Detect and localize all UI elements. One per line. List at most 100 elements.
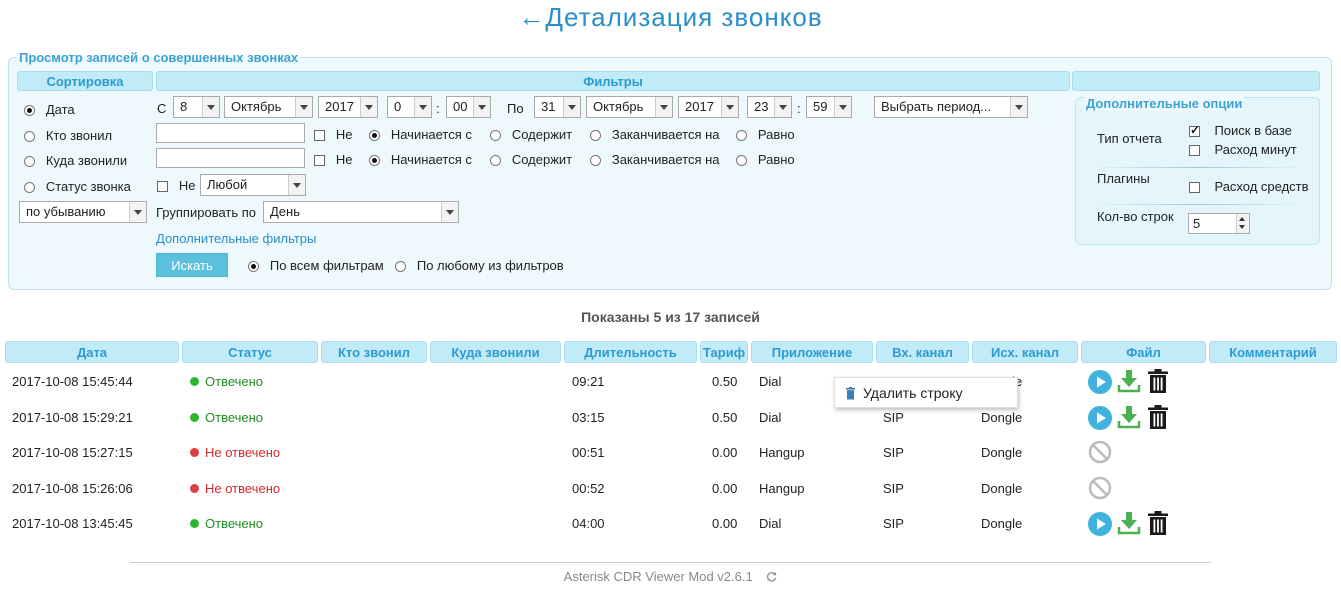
- match-label: Равно: [757, 152, 795, 167]
- callee-match-ends[interactable]: Заканчивается на: [590, 152, 720, 167]
- callee-input[interactable]: [156, 148, 305, 168]
- logic-any-filter[interactable]: По любому из фильтров: [395, 258, 564, 273]
- caller-match-starts[interactable]: Начинается с: [369, 127, 472, 142]
- from-hour-select[interactable]: 0: [387, 96, 432, 118]
- period-value: Выбрать период...: [881, 99, 992, 114]
- report-type-db[interactable]: Поиск в базе: [1189, 123, 1292, 138]
- checkbox[interactable]: [314, 130, 325, 141]
- column-header-comment[interactable]: Комментарий: [1209, 341, 1337, 363]
- caller-match-equals[interactable]: Равно: [736, 127, 795, 142]
- status-text: Отвечено: [205, 410, 264, 425]
- rows-stepper[interactable]: 5: [1188, 213, 1250, 234]
- more-filters-link[interactable]: Дополнительные фильтры: [156, 231, 316, 246]
- cell-duration: 09:21: [572, 374, 605, 389]
- checkbox[interactable]: [157, 181, 168, 192]
- status-dot-icon: [190, 519, 199, 528]
- radio-button[interactable]: [490, 155, 501, 166]
- sort-option-caller[interactable]: Кто звонил: [24, 128, 112, 143]
- callee-match-equals[interactable]: Равно: [736, 152, 795, 167]
- download-icon[interactable]: [1117, 405, 1141, 432]
- download-icon[interactable]: [1117, 369, 1141, 396]
- from-day-select[interactable]: 8: [173, 96, 220, 118]
- column-header-file[interactable]: Файл: [1081, 341, 1206, 363]
- column-header-rate[interactable]: Тариф: [700, 341, 748, 363]
- caller-not-checkbox[interactable]: Не: [314, 127, 352, 142]
- radio-button[interactable]: [490, 130, 501, 141]
- callee-match-contains[interactable]: Содержит: [490, 152, 572, 167]
- sort-option-date[interactable]: Дата: [24, 102, 75, 117]
- radio-button[interactable]: [736, 155, 747, 166]
- radio-button[interactable]: [24, 156, 35, 167]
- stepper-arrows-icon[interactable]: [1236, 214, 1249, 233]
- delete-file-icon[interactable]: [1147, 369, 1169, 396]
- column-header-duration[interactable]: Длительность: [564, 341, 697, 363]
- radio-button[interactable]: [24, 182, 35, 193]
- caller-match-contains[interactable]: Содержит: [490, 127, 572, 142]
- cell-out-channel: Dongle: [981, 481, 1023, 496]
- to-minute-select[interactable]: 59: [806, 96, 852, 118]
- table-row: 2017-10-08 15:29:21 Отвечено 03:15 0.50 Dial…: [0, 405, 1341, 430]
- column-header-caller[interactable]: Кто звонил: [321, 341, 427, 363]
- radio-button[interactable]: [369, 155, 380, 166]
- from-year-value: 2017: [325, 99, 354, 114]
- back-arrow-link[interactable]: ←: [518, 2, 545, 32]
- checkbox[interactable]: [314, 155, 325, 166]
- to-hour-select[interactable]: 23: [747, 96, 792, 118]
- play-icon[interactable]: [1088, 370, 1112, 397]
- caller-match-ends[interactable]: Заканчивается на: [590, 127, 720, 142]
- checkbox[interactable]: [1189, 145, 1200, 156]
- search-button[interactable]: Искать: [156, 253, 228, 277]
- logic-all-filters[interactable]: По всем фильтрам: [248, 258, 384, 273]
- column-header-in-channel[interactable]: Вх. канал: [876, 341, 969, 363]
- refresh-icon[interactable]: [766, 569, 777, 584]
- to-day-select[interactable]: 31: [534, 96, 581, 118]
- column-header-app[interactable]: Приложение: [751, 341, 873, 363]
- delete-file-icon[interactable]: [1147, 405, 1169, 432]
- column-header-date[interactable]: Дата: [5, 341, 179, 363]
- checkbox[interactable]: [1189, 123, 1200, 137]
- checkbox[interactable]: [1189, 182, 1200, 193]
- from-month-select[interactable]: Октябрь: [224, 96, 313, 118]
- play-icon[interactable]: [1088, 406, 1112, 433]
- report-type-minutes[interactable]: Расход минут: [1189, 142, 1297, 157]
- download-icon[interactable]: [1117, 511, 1141, 538]
- table-row: 2017-10-08 15:45:44 Отвечено 09:21 0.50 Dial…: [0, 369, 1341, 394]
- callee-not-checkbox[interactable]: Не: [314, 152, 352, 167]
- cell-rate: 0.50: [712, 374, 738, 389]
- time-separator: :: [436, 101, 440, 116]
- footer: Asterisk CDR Viewer Mod v2.6.1: [0, 569, 1341, 584]
- radio-button[interactable]: [369, 130, 380, 141]
- radio-button[interactable]: [590, 130, 601, 141]
- column-header-status[interactable]: Статус: [182, 341, 318, 363]
- status-not-checkbox[interactable]: Не: [157, 178, 195, 193]
- filters-header: Фильтры: [156, 71, 1070, 91]
- period-select[interactable]: Выбрать период...: [874, 96, 1028, 118]
- cell-in-channel: SIP: [883, 445, 904, 460]
- play-icon[interactable]: [1088, 512, 1112, 539]
- to-month-select[interactable]: Октябрь: [586, 96, 673, 118]
- status-select[interactable]: Любой: [200, 174, 306, 196]
- from-minute-select[interactable]: 00: [446, 96, 491, 118]
- plugin-cost[interactable]: Расход средств: [1189, 179, 1309, 194]
- caller-input[interactable]: [156, 123, 305, 143]
- column-header-out-channel[interactable]: Исх. канал: [972, 341, 1078, 363]
- delete-file-icon[interactable]: [1147, 511, 1169, 538]
- radio-button[interactable]: [736, 130, 747, 141]
- radio-button[interactable]: [24, 131, 35, 142]
- sort-order-select[interactable]: по убыванию: [19, 201, 147, 223]
- logic-label: По всем фильтрам: [269, 258, 384, 273]
- sort-option-status[interactable]: Статус звонка: [24, 179, 131, 194]
- plugin-option-label: Расход средств: [1214, 179, 1309, 194]
- from-year-select[interactable]: 2017: [318, 96, 378, 118]
- radio-button[interactable]: [24, 105, 35, 116]
- radio-button[interactable]: [248, 261, 259, 272]
- sort-option-callee[interactable]: Куда звонили: [24, 153, 127, 168]
- context-menu-delete-row[interactable]: Удалить строку: [863, 385, 963, 401]
- callee-match-starts[interactable]: Начинается с: [369, 152, 472, 167]
- radio-button[interactable]: [590, 155, 601, 166]
- group-by-select[interactable]: День: [263, 201, 459, 223]
- radio-button[interactable]: [395, 261, 406, 272]
- to-year-select[interactable]: 2017: [678, 96, 739, 118]
- chevron-down-icon: [441, 202, 458, 222]
- column-header-callee[interactable]: Куда звонили: [430, 341, 561, 363]
